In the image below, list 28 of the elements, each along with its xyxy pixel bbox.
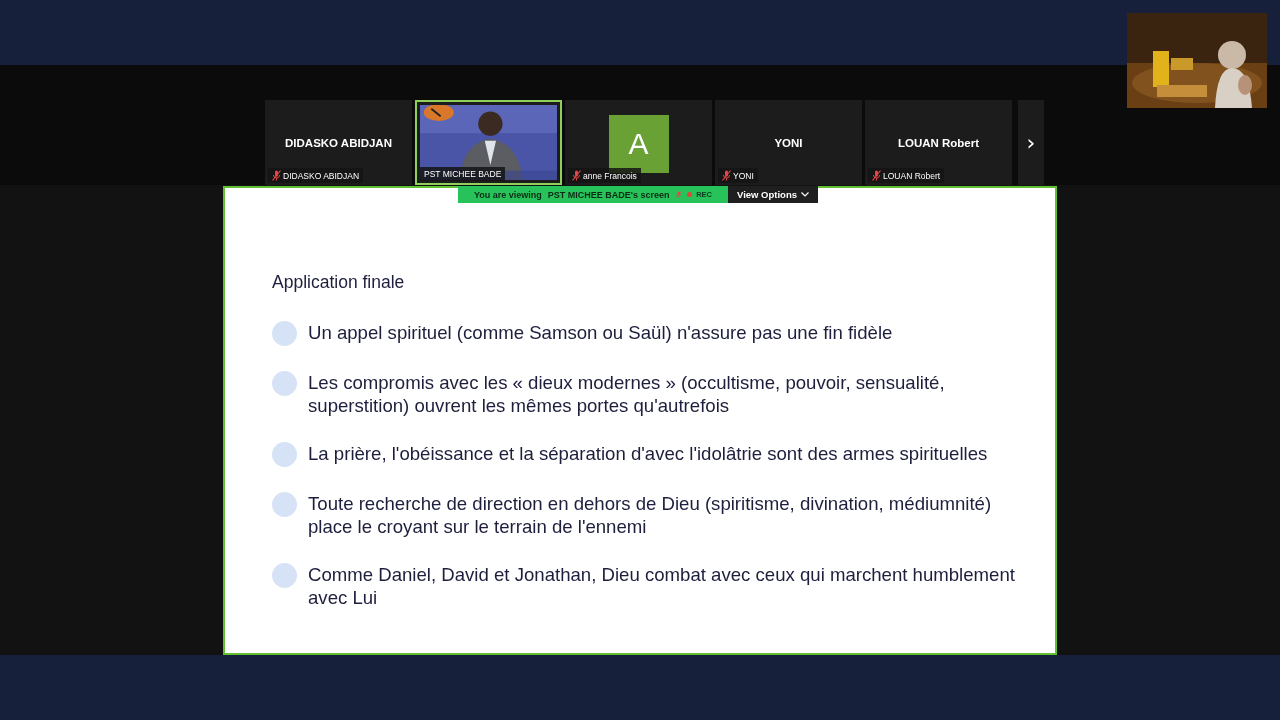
participant-name: LOUAN Robert [897,136,980,149]
view-options-button[interactable]: View Options [728,186,818,203]
participant-name: DIDASKO ABIDJAN [285,136,392,149]
next-button[interactable]: › [1018,100,1044,185]
muted-mic-icon [272,170,281,181]
chevron-icon [801,192,809,197]
bullet-icon [272,492,297,517]
participant-name: YONI [774,136,803,149]
bullet-icon [272,442,297,467]
bullet-icon [272,321,297,346]
participant-label: DIDASKO ABIDJAN [268,168,364,183]
participant-label: PST MICHEE BADE [420,167,506,181]
avatar: A [608,114,669,173]
muted-mic-icon [722,170,731,181]
participant-label: YONI [718,168,758,183]
slide-title: Application finale [272,272,405,293]
bullet-text: Comme Daniel, David et Jonathan, Dieu combat avec ceux qui marchent humblement avec Lui [308,563,1016,609]
participant-label: anne Francois [568,168,641,183]
bullet-text: Toute recherche de direction en dehors de Dieu (spiritisme, divination, médiumnité) place le croyant sur le terrain de l'ennemi [308,492,993,538]
bullet-icon [272,563,297,588]
bullet-icon [272,371,297,396]
bullet-text: Un appel spirituel (comme Samson ou Saül) n'assure pas une fin fidèle [308,321,893,344]
participant-label: LOUAN Robert [868,168,945,183]
muted-mic-icon [872,170,881,181]
muted-mic-icon [572,170,581,181]
bullet-text: Les compromis avec les « dieux modernes » (occultisme, pouvoir, sensualité, superstition) ouvrent les mêmes portes qu'autrefois [308,371,946,417]
bullet-text: La prière, l'obéissance et la séparation d'avec l'idolâtrie sont des armes spirituelles [308,442,988,465]
muted-mic-icon [675,189,682,200]
